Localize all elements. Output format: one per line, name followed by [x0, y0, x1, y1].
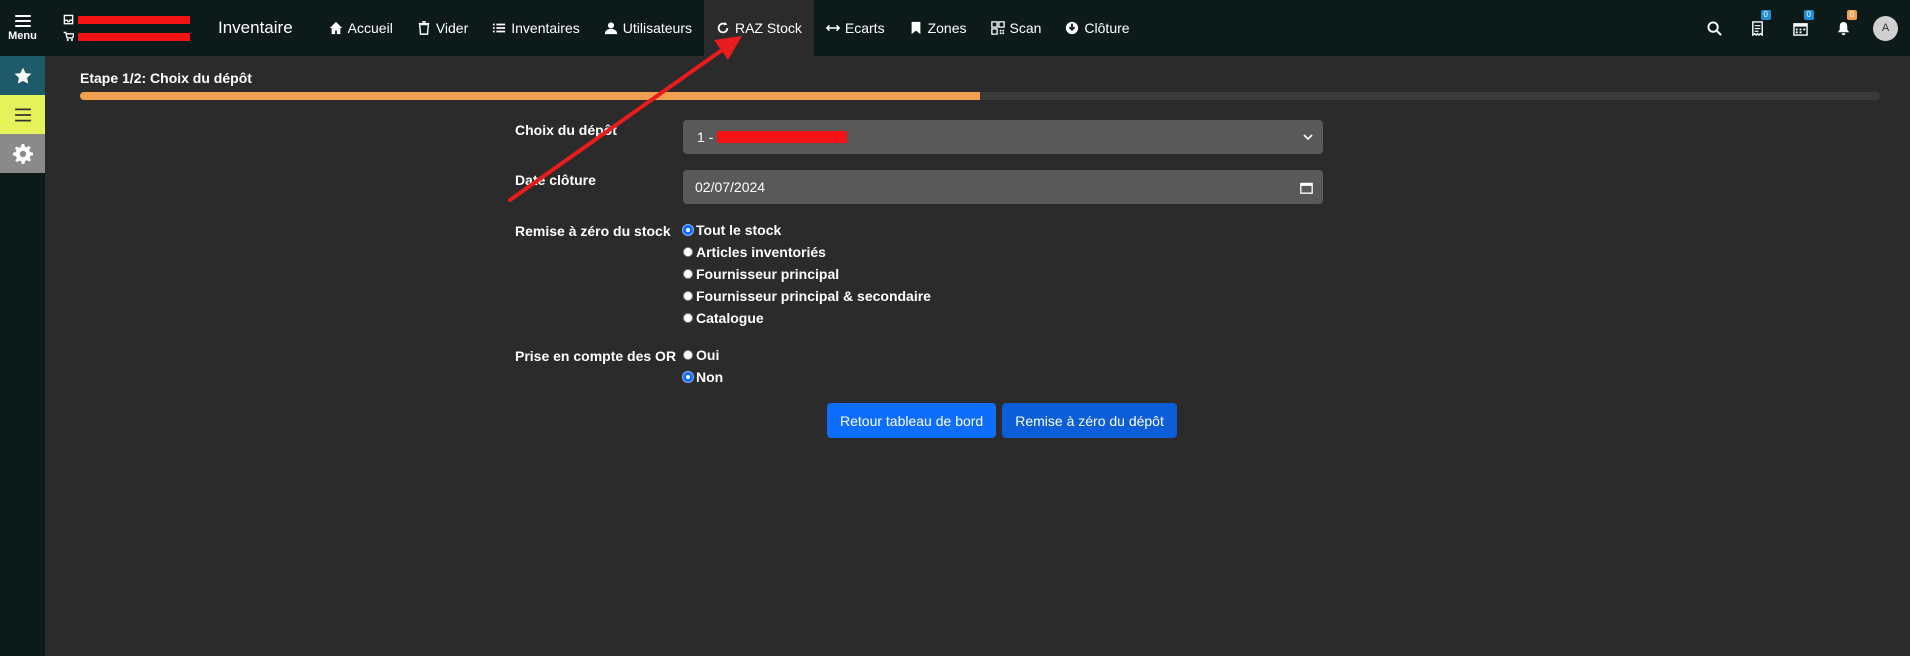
- trash-icon: [418, 21, 430, 35]
- receipts-badge: 0: [1760, 9, 1771, 20]
- form-actions: Retour tableau de bord Remise à zéro du …: [827, 403, 1177, 438]
- bell-icon: [1837, 21, 1850, 35]
- download-circle-icon: [1066, 21, 1079, 35]
- receipt-icon: [1752, 20, 1763, 36]
- calendar-badge: 0: [1803, 9, 1814, 20]
- qrcode-icon: [990, 21, 1005, 35]
- calendar-icon[interactable]: [1300, 181, 1313, 194]
- step-progress-fill: [80, 92, 980, 100]
- main-nav: Accueil Vider Inventaires Utilisateurs R…: [317, 0, 1142, 56]
- menu-button[interactable]: Menu: [0, 0, 45, 56]
- top-navbar: Menu Inventaire Accueil Vider Inventaire…: [0, 0, 1910, 56]
- calendar-icon: [1793, 22, 1808, 36]
- nav-accueil[interactable]: Accueil: [317, 0, 405, 56]
- nav-zones[interactable]: Zones: [897, 0, 979, 56]
- calendar-button[interactable]: 0: [1779, 9, 1822, 36]
- bookmark-icon: [911, 21, 920, 35]
- redacted-text: [78, 15, 190, 24]
- context-info: [45, 0, 208, 56]
- sidebar-favorites[interactable]: [0, 56, 45, 95]
- radio-button[interactable]: [683, 372, 693, 382]
- receipts-button[interactable]: 0: [1736, 9, 1779, 36]
- menu-label: Menu: [8, 29, 37, 42]
- nav-scan[interactable]: Scan: [979, 0, 1054, 56]
- date-row: Date clôture 02/07/2024: [515, 170, 1323, 204]
- inbox-icon: [63, 14, 74, 25]
- redacted-text: [717, 131, 848, 143]
- star-icon: [14, 67, 31, 84]
- radio-button[interactable]: [683, 225, 693, 235]
- step-progress-bar: [80, 92, 1880, 100]
- user-icon: [604, 22, 617, 35]
- date-label: Date clôture: [515, 172, 596, 188]
- sidebar-menu[interactable]: [0, 95, 45, 134]
- radio-button[interactable]: [683, 269, 693, 279]
- nav-ecarts[interactable]: Ecarts: [814, 0, 897, 56]
- reset-row: Remise à zéro du stock Tout le stock Art…: [515, 221, 1323, 327]
- or-row: Prise en compte des OR Oui Non: [515, 346, 1323, 386]
- refresh-icon: [717, 21, 729, 34]
- topbar-right: 0 0 0 A: [1693, 0, 1910, 56]
- cart-icon: [63, 31, 74, 41]
- radio-button[interactable]: [683, 291, 693, 301]
- nav-cloture[interactable]: Clôture: [1053, 0, 1141, 56]
- gear-icon: [12, 143, 33, 164]
- reset-option-main-secondary-supplier[interactable]: Fournisseur principal & secondaire: [683, 287, 1323, 305]
- nav-utilisateurs[interactable]: Utilisateurs: [592, 0, 704, 56]
- back-dashboard-button[interactable]: Retour tableau de bord: [827, 403, 997, 438]
- search-icon: [1707, 20, 1722, 36]
- search-button[interactable]: [1693, 20, 1736, 36]
- avatar[interactable]: A: [1873, 15, 1898, 41]
- reset-depot-button[interactable]: Remise à zéro du dépôt: [1002, 403, 1177, 438]
- or-option-non[interactable]: Non: [683, 368, 1323, 386]
- reset-option-main-supplier[interactable]: Fournisseur principal: [683, 265, 1323, 283]
- notifications-badge: 0: [1846, 9, 1857, 20]
- hamburger-icon: [14, 14, 31, 27]
- sidebar-settings[interactable]: [0, 134, 45, 173]
- redacted-text: [78, 32, 190, 41]
- chevron-down-icon: [1303, 134, 1313, 141]
- reset-option-all[interactable]: Tout le stock: [683, 221, 1323, 239]
- reset-radio-group: Tout le stock Articles inventoriés Fourn…: [683, 221, 1323, 327]
- app-title: Inventaire: [218, 18, 293, 37]
- sidebar: [0, 56, 45, 656]
- notifications-button[interactable]: 0: [1822, 9, 1865, 36]
- nav-vider[interactable]: Vider: [405, 0, 480, 56]
- radio-button[interactable]: [683, 313, 693, 323]
- reset-option-catalogue[interactable]: Catalogue: [683, 309, 1323, 327]
- date-input[interactable]: 02/07/2024: [683, 170, 1323, 204]
- depot-value: 1 -: [697, 129, 714, 145]
- or-radio-group: Oui Non: [683, 346, 1323, 386]
- home-icon: [329, 21, 342, 35]
- depot-row: Choix du dépôt 1 -: [515, 120, 1323, 154]
- reset-option-inventoried[interactable]: Articles inventoriés: [683, 243, 1323, 261]
- radio-button[interactable]: [683, 247, 693, 257]
- depot-select[interactable]: 1 -: [683, 120, 1323, 154]
- radio-button[interactable]: [683, 350, 693, 360]
- reset-label: Remise à zéro du stock: [515, 223, 671, 239]
- nav-raz-stock[interactable]: RAZ Stock: [703, 0, 814, 56]
- nav-inventaires[interactable]: Inventaires: [480, 0, 591, 56]
- depot-label: Choix du dépôt: [515, 122, 617, 138]
- list-lines-icon: [14, 107, 31, 122]
- or-label: Prise en compte des OR: [515, 348, 677, 364]
- or-option-oui[interactable]: Oui: [683, 346, 1323, 364]
- arrows-horizontal-icon: [825, 24, 840, 32]
- list-icon: [493, 23, 506, 33]
- date-value: 02/07/2024: [695, 179, 766, 195]
- step-title: Etape 1/2: Choix du dépôt: [80, 70, 252, 86]
